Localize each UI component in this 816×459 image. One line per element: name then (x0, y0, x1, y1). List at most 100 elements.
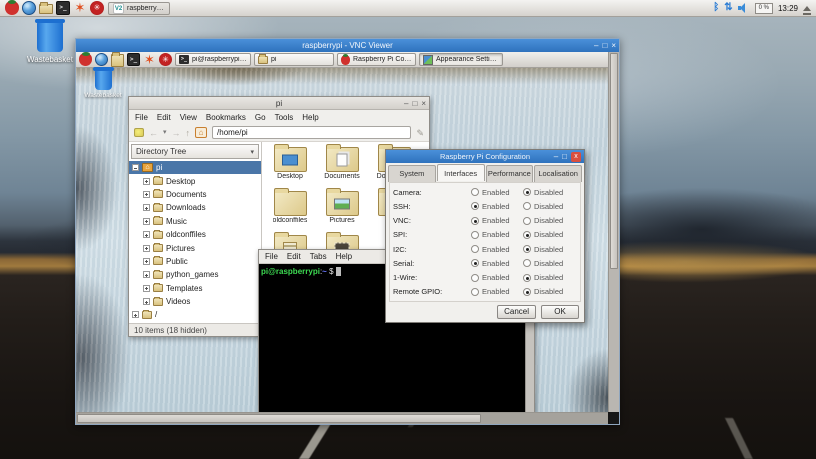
expander-icon[interactable] (132, 311, 139, 318)
maximize-button[interactable]: □ (412, 99, 417, 108)
raspberry-menu-icon[interactable] (79, 53, 92, 66)
camera-enabled-radio[interactable]: Enabled (471, 188, 523, 197)
menu-help[interactable]: Help (302, 113, 318, 122)
expander-icon[interactable] (143, 218, 150, 225)
spi-enabled-radio[interactable]: Enabled (471, 230, 523, 239)
tab-performance[interactable]: Performance (486, 165, 534, 182)
web-browser-icon[interactable] (95, 53, 108, 66)
eject-icon[interactable] (803, 2, 811, 11)
vnc-enabled-radio[interactable]: Enabled (471, 216, 523, 225)
tab-system[interactable]: System (388, 165, 436, 182)
bluetooth-icon[interactable]: ᛒ (713, 3, 719, 13)
menu-help[interactable]: Help (336, 252, 352, 261)
fm-titlebar[interactable]: pi – □ × (129, 97, 429, 110)
cancel-button[interactable]: Cancel (497, 305, 536, 319)
folder-oldconffiles[interactable]: oldconffiles (264, 191, 316, 235)
volume-icon[interactable] (738, 3, 750, 13)
maximize-button[interactable]: □ (602, 41, 607, 50)
folder-desktop[interactable]: Desktop (264, 147, 316, 191)
tree-item-music[interactable]: Music (129, 215, 261, 228)
quill-icon[interactable]: ✎ (416, 128, 424, 138)
maximize-button[interactable]: □ (562, 152, 567, 161)
menu-go[interactable]: Go (255, 113, 266, 122)
web-browser-icon[interactable] (22, 1, 36, 15)
vnc-vertical-scrollbar[interactable] (608, 52, 619, 412)
minimize-button[interactable]: – (404, 99, 408, 108)
folder-pictures[interactable]: Pictures (316, 191, 368, 235)
tree-item-python-games[interactable]: python_games (129, 268, 261, 281)
1wire-enabled-radio[interactable]: Enabled (471, 273, 523, 282)
scrollbar-thumb[interactable] (77, 414, 481, 423)
cpu-monitor[interactable]: 0 % (755, 3, 773, 14)
expander-icon[interactable] (143, 285, 150, 292)
expander-icon[interactable] (143, 298, 150, 305)
menu-tools[interactable]: Tools (275, 113, 294, 122)
tree-item-documents[interactable]: Documents (129, 188, 261, 201)
expander-icon[interactable] (143, 204, 150, 211)
chevron-down-icon[interactable]: ▾ (163, 128, 167, 138)
minimize-button[interactable]: – (554, 152, 558, 161)
folder-documents[interactable]: Documents (316, 147, 368, 191)
file-manager-icon[interactable] (39, 4, 53, 14)
tree-item-downloads[interactable]: Downloads (129, 201, 261, 214)
ssh-enabled-radio[interactable]: Enabled (471, 202, 523, 211)
menu-edit[interactable]: Edit (157, 113, 171, 122)
new-tab-icon[interactable] (134, 128, 144, 137)
tree-item-videos[interactable]: Videos (129, 295, 261, 308)
vnc-titlebar[interactable]: raspberrypi - VNC Viewer – □ × (76, 39, 619, 52)
clock[interactable]: 13:29 (778, 4, 798, 13)
tab-interfaces[interactable]: Interfaces (437, 164, 485, 181)
scrollbar-thumb[interactable] (610, 53, 618, 269)
i2c-disabled-radio[interactable]: Disabled (523, 245, 577, 254)
expander-icon[interactable] (143, 231, 150, 238)
tab-localisation[interactable]: Localisation (534, 165, 582, 182)
vnc-horizontal-scrollbar[interactable] (76, 412, 608, 424)
ssh-disabled-radio[interactable]: Disabled (523, 202, 577, 211)
vnc-disabled-radio[interactable]: Disabled (523, 216, 577, 225)
expander-icon[interactable] (143, 271, 150, 278)
tree-item-desktop[interactable]: Desktop (129, 174, 261, 187)
close-button[interactable]: x (571, 152, 581, 162)
menu-file[interactable]: File (135, 113, 148, 122)
terminal-task-button[interactable]: >_ pi@raspberrypi: ~ (175, 53, 251, 66)
close-button[interactable]: × (611, 41, 616, 50)
expander-icon[interactable] (143, 245, 150, 252)
path-input[interactable]: /home/pi (212, 126, 411, 139)
remote-gpio-enabled-radio[interactable]: Enabled (471, 287, 523, 296)
expander-icon[interactable] (143, 258, 150, 265)
serial-enabled-radio[interactable]: Enabled (471, 259, 523, 268)
1wire-disabled-radio[interactable]: Disabled (523, 273, 577, 282)
mathematica-icon[interactable]: ✶ (73, 1, 87, 15)
expander-icon[interactable] (132, 164, 139, 171)
config-titlebar[interactable]: Raspberry Pi Configuration – □ x (386, 150, 584, 163)
menu-tabs[interactable]: Tabs (310, 252, 327, 261)
terminal-icon[interactable]: >_ (127, 53, 140, 66)
tree-item-oldconffiles[interactable]: oldconffiles (129, 228, 261, 241)
menu-file[interactable]: File (265, 252, 278, 261)
tree-item-pictures[interactable]: Pictures (129, 241, 261, 254)
raspberry-menu-icon[interactable] (5, 1, 19, 15)
forward-icon[interactable]: → (172, 128, 181, 138)
appearance-settings-task-button[interactable]: Appearance Settings (419, 53, 503, 66)
menu-bookmarks[interactable]: Bookmarks (206, 113, 246, 122)
i2c-enabled-radio[interactable]: Enabled (471, 245, 523, 254)
up-icon[interactable]: ↑ (186, 128, 191, 138)
menu-edit[interactable]: Edit (287, 252, 301, 261)
vnc-viewer-task-button[interactable]: V2 raspberrypi - VNC Vie... (108, 2, 170, 15)
home-icon[interactable]: ⌂ (195, 127, 207, 138)
wolfram-icon[interactable]: ✳ (159, 53, 172, 66)
serial-disabled-radio[interactable]: Disabled (523, 259, 577, 268)
tree-item-public[interactable]: Public (129, 255, 261, 268)
remote-gpio-disabled-radio[interactable]: Disabled (523, 287, 577, 296)
tree-item-pi[interactable]: ⌂ pi (129, 161, 261, 174)
menu-view[interactable]: View (180, 113, 197, 122)
camera-disabled-radio[interactable]: Disabled (523, 188, 577, 197)
expander-icon[interactable] (143, 191, 150, 198)
tree-item-templates[interactable]: Templates (129, 282, 261, 295)
terminal-icon[interactable]: >_ (56, 1, 70, 15)
directory-tree-selector[interactable]: Directory Tree ▾ (131, 144, 259, 159)
file-manager-task-button[interactable]: pi (254, 53, 334, 66)
tree-item-root[interactable]: / (129, 308, 261, 321)
back-icon[interactable]: ← (149, 128, 158, 138)
wastebasket-desktop-icon[interactable]: Wastebasket (77, 70, 129, 99)
